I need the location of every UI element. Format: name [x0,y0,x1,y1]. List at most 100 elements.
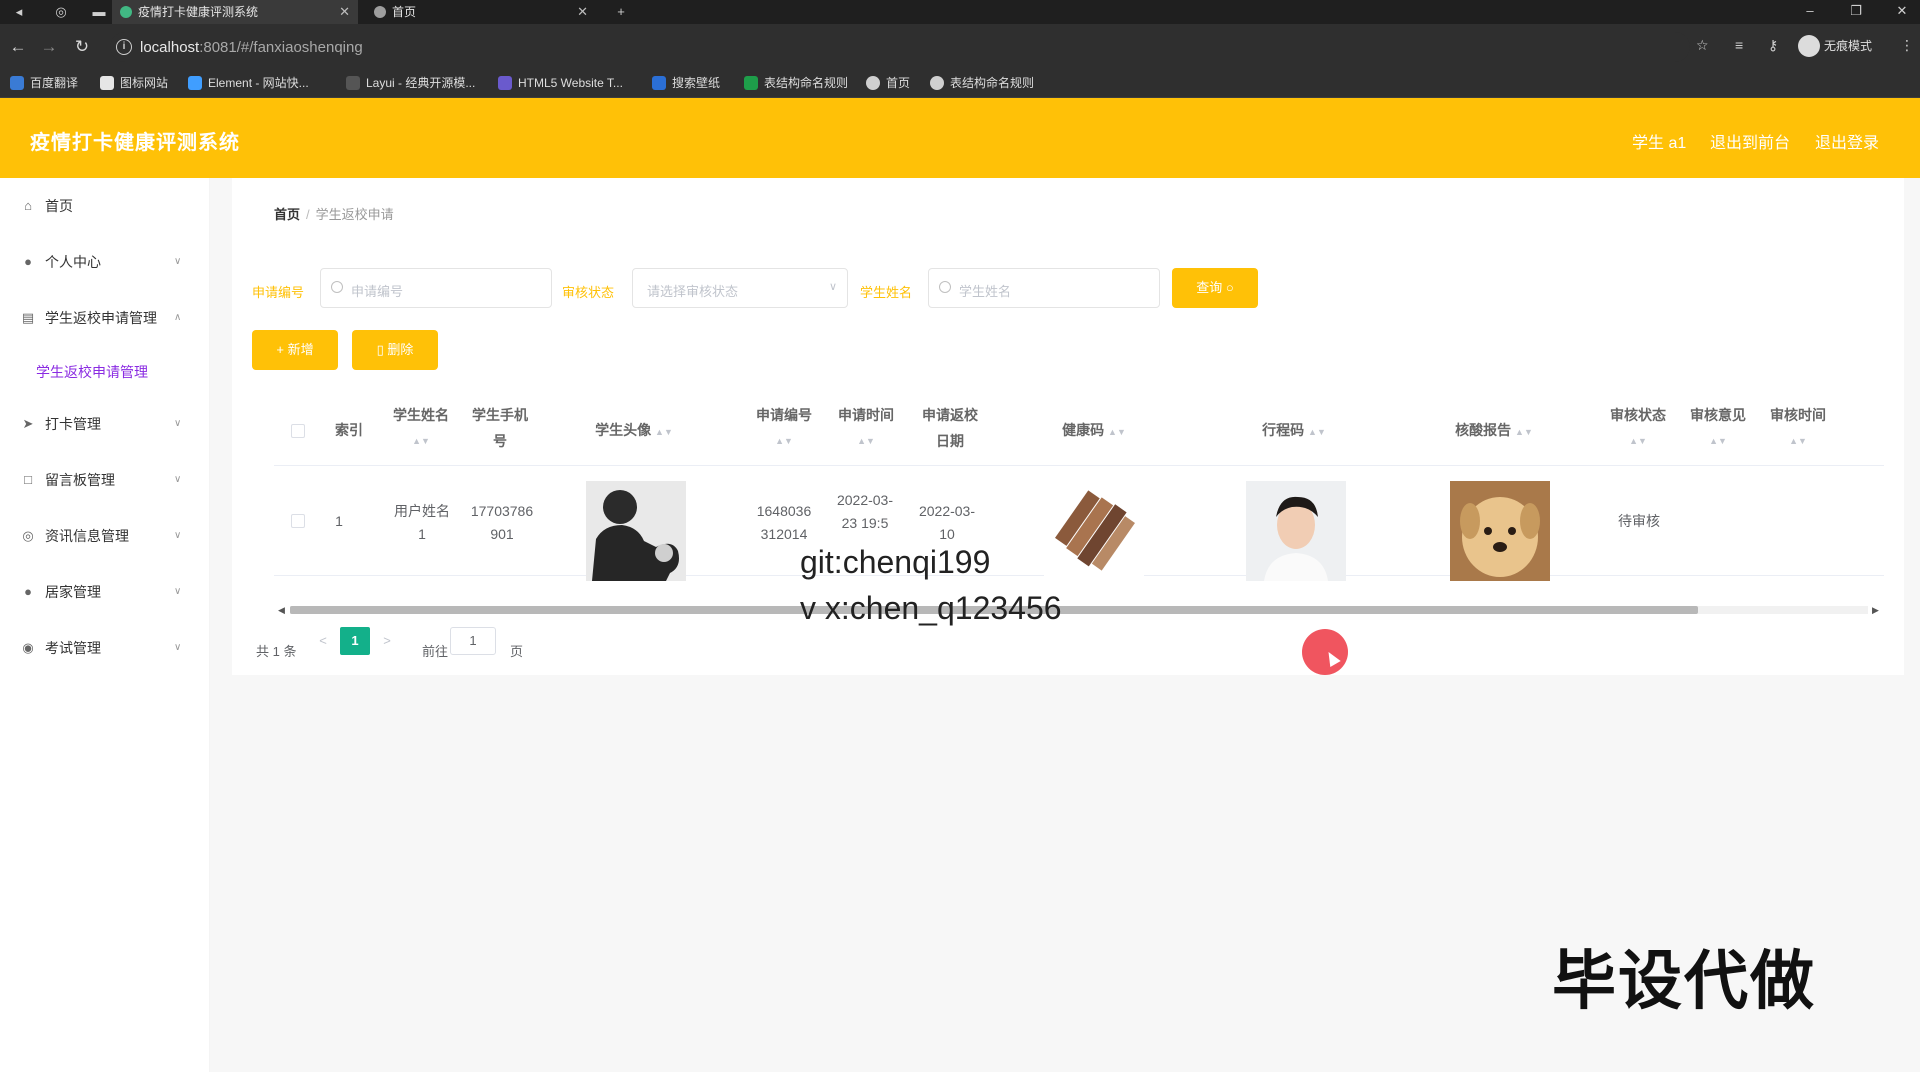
next-page-button[interactable]: > [372,627,402,655]
bookmark-item[interactable]: 首页 [866,74,910,92]
browser-tab[interactable]: 首页 ✕ [366,0,596,24]
health-code-image[interactable] [1044,481,1144,581]
column-header-return-date[interactable]: 申请返校日期 [910,402,990,454]
sidebar-item-personal-center[interactable]: ● 个人中心 ∨ [0,242,210,282]
sidebar-item-checkin[interactable]: ➤ 打卡管理 ∨ [0,404,210,444]
sidebar-item-home-quarantine[interactable]: ● 居家管理 ∨ [0,572,210,612]
column-header-avatar[interactable]: 学生头像 ▲▼ [544,417,724,445]
key-icon[interactable]: ⚷ [1768,37,1778,54]
new-tab-button[interactable]: + [610,3,632,21]
incognito-profile[interactable]: 无痕模式 [1798,35,1872,57]
breadcrumb-home[interactable]: 首页 [274,207,300,222]
status-select[interactable]: 请选择审核状态 ∨ [632,268,848,308]
bookmark-item[interactable]: 图标网站 [100,74,168,92]
puppy-picture [1450,481,1550,581]
column-header-nucleic-report[interactable]: 核酸报告 ▲▼ [1394,417,1594,445]
current-user-link[interactable]: 学生 a1 [1632,129,1686,153]
globe-icon[interactable]: ◎ [50,3,72,21]
url-field[interactable]: i localhost:8081/#/fanxiaoshenqing [110,32,1690,62]
sort-icon[interactable]: ▲▼ [1108,427,1126,437]
bookmark-item[interactable]: Element - 网站快... [188,74,309,92]
query-button[interactable]: 查询 ○ [1172,268,1258,308]
chevron-down-icon: ∨ [174,256,182,267]
goto-page-input[interactable]: 1 [450,627,496,655]
reload-icon[interactable]: ↻ [71,36,93,58]
page-number-current[interactable]: 1 [340,627,370,655]
sort-icon[interactable]: ▲▼ [1678,428,1758,454]
tab-close-icon[interactable]: ✕ [339,0,350,24]
column-header-apply-time[interactable]: 申请时间 ▲▼ [826,402,906,454]
sidebar: ⌂ 首页 ● 个人中心 ∨ ▤ 学生返校申请管理 ∧ 学生返校申请管理 ➤ 打卡… [0,178,210,1072]
sidebar-subitem-return-application[interactable]: 学生返校申请管理 [0,352,210,392]
logout-link[interactable]: 退出登录 [1815,129,1879,153]
nucleic-report-image[interactable] [1450,481,1550,581]
forward-icon[interactable]: → [38,36,60,58]
sort-icon[interactable]: ▲▼ [1758,428,1838,454]
bookmark-item[interactable]: 百度翻译 [10,74,78,92]
student-name-input[interactable]: 学生姓名 [928,268,1160,308]
back-to-frontend-link[interactable]: 退出到前台 [1710,129,1790,153]
info-icon[interactable]: i [116,39,132,55]
column-header-health-code[interactable]: 健康码 ▲▼ [994,417,1194,445]
add-button[interactable]: + 新增 [252,330,338,370]
address-bar-row: ← → ↻ i localhost:8081/#/fanxiaoshenqing… [0,24,1920,68]
chevron-down-icon: ∨ [174,530,182,541]
column-header-apply-no[interactable]: 申请编号 ▲▼ [744,402,824,454]
tab-title: 首页 [392,5,417,19]
column-header-trip-code[interactable]: 行程码 ▲▼ [1194,417,1394,445]
sidebar-item-home[interactable]: ⌂ 首页 [0,186,210,226]
sidebar-item-message-board[interactable]: □ 留言板管理 ∨ [0,460,210,500]
select-all-checkbox[interactable] [291,424,305,438]
column-header-review-time[interactable]: 审核时间 ▲▼ [1758,402,1838,454]
sidebar-item-news[interactable]: ◎ 资讯信息管理 ∨ [0,516,210,556]
speaker-icon[interactable]: ◂ [8,3,30,21]
tab-close-icon[interactable]: ✕ [577,0,588,24]
sort-icon[interactable]: ▲▼ [744,428,824,454]
table-row[interactable]: 1 用户姓名1 17703786901 1648036312014 2022-0… [274,466,1884,581]
back-icon[interactable]: ← [7,36,29,58]
close-window-icon[interactable]: ✕ [1884,0,1920,24]
chevron-down-icon: ∨ [174,642,182,653]
reading-list-icon[interactable]: ≡ [1735,37,1743,53]
sort-icon[interactable]: ▲▼ [826,428,906,454]
sort-icon[interactable]: ▲▼ [1515,427,1533,437]
window-icon[interactable]: ▬ [88,3,110,21]
scroll-left-icon[interactable]: ◀ [278,603,285,617]
bookmark-item[interactable]: 表结构命名规则 [930,74,1034,92]
plus-icon: + [276,342,288,357]
bookmark-item[interactable]: HTML5 Website T... [498,74,623,92]
trip-code-image[interactable] [1246,481,1346,581]
bookmark-item[interactable]: 表结构命名规则 [744,74,848,92]
row-checkbox[interactable] [291,514,305,528]
column-header-status[interactable]: 审核状态 ▲▼ [1598,402,1678,454]
restore-icon[interactable]: ❐ [1838,0,1874,24]
sidebar-item-exam[interactable]: ◉ 考试管理 ∨ [0,628,210,668]
column-header-opinion[interactable]: 审核意见 ▲▼ [1678,402,1758,454]
scroll-right-icon[interactable]: ▶ [1872,603,1879,617]
breadcrumb-current: 学生返校申请 [315,207,394,222]
prev-page-button[interactable]: < [308,627,338,655]
browser-tab-active[interactable]: 疫情打卡健康评测系统 ✕ [112,0,358,24]
sidebar-item-return-application[interactable]: ▤ 学生返校申请管理 ∧ [0,298,210,338]
delete-button[interactable]: ▯ 删除 [352,330,438,370]
sort-icon[interactable]: ▲▼ [382,428,460,454]
sort-icon[interactable]: ▲▼ [1308,427,1326,437]
cell-phone: 17703786901 [470,503,534,542]
cell-name: 用户姓名1 [394,503,450,542]
avatar-image[interactable] [586,481,686,581]
minimize-icon[interactable]: – [1792,0,1828,24]
bookmark-item[interactable]: Layui - 经典开源模... [346,74,475,92]
menu-dots-icon[interactable]: ⋮ [1900,37,1914,54]
goto-prefix: 前往 [422,644,449,659]
layui-icon [346,76,360,90]
apply-no-input[interactable]: 申请编号 [320,268,552,308]
url-host: localhost [140,39,200,56]
table-horizontal-scrollbar[interactable]: ◀ ▶ [274,603,1884,617]
compass-icon: ◎ [22,528,34,543]
bookmark-star-icon[interactable]: ☆ [1696,37,1709,54]
bookmark-item[interactable]: 搜索壁纸 [652,74,720,92]
sort-icon[interactable]: ▲▼ [1598,428,1678,454]
column-header-phone[interactable]: 学生手机号 [460,402,540,454]
sort-icon[interactable]: ▲▼ [655,427,673,437]
column-header-name[interactable]: 学生姓名 ▲▼ [382,402,460,454]
